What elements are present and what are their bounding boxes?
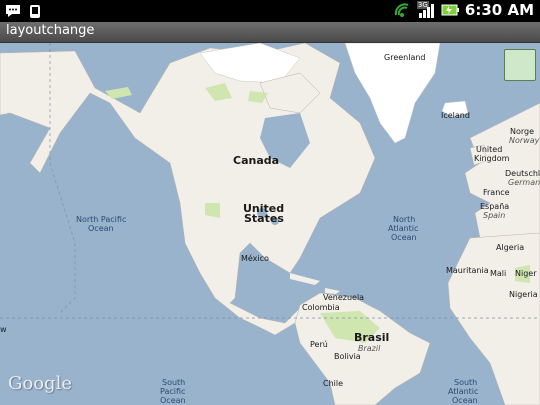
label-north-atlantic-1: North [393,215,416,224]
label-united-kingdom-1: United [476,145,503,154]
3g-signal-icon: 3G [416,1,435,19]
google-logo: Google [8,373,72,394]
label-usa-2: States [244,212,284,225]
label-brazil: Brazil [358,344,381,353]
battery-icon [441,4,459,16]
status-bar: 3G 6:30 AM [0,0,540,22]
label-peru: Perú [310,340,328,349]
android-icon [505,50,540,405]
label-south-pacific-3: Ocean [160,396,186,405]
label-greenland: Greenland [384,53,426,62]
label-chile: Chile [323,379,344,388]
app-title: layoutchange [6,23,95,38]
wifi-icon [394,3,409,17]
map-view[interactable]: Greenland Iceland Norge Norway United Ki… [0,43,540,405]
label-left-edge: w [0,325,7,334]
label-spain: Spain [483,211,506,220]
label-canada: Canada [233,154,280,167]
label-colombia: Colombia [302,303,340,312]
label-north-pacific-1: North Pacific [76,215,127,224]
label-brasil: Brasil [354,331,390,344]
label-south-pacific-2: Pacific [160,387,186,396]
android-debug-icon [30,5,40,18]
label-north-atlantic-3: Ocean [391,233,417,242]
message-icon [6,5,20,17]
north-america-land [0,43,376,336]
label-south-atlantic-2: Atlantic [448,387,479,396]
clock: 6:30 AM [464,1,534,19]
label-north-atlantic-2: Atlantic [388,224,419,233]
label-iceland: Iceland [441,111,470,120]
label-mexico: México [241,254,269,263]
label-north-pacific-2: Ocean [88,224,114,233]
label-south-atlantic-3: Ocean [452,396,478,405]
label-south-pacific-1: South [162,378,186,387]
label-venezuela: Venezuela [323,293,365,302]
label-bolivia: Bolivia [334,352,361,361]
label-mali: Mali [490,269,507,278]
label-mauritania: Mauritania [446,266,489,275]
label-south-atlantic-1: South [454,378,478,387]
app-title-bar: layoutchange [0,22,540,43]
android-app-button[interactable] [504,49,536,81]
